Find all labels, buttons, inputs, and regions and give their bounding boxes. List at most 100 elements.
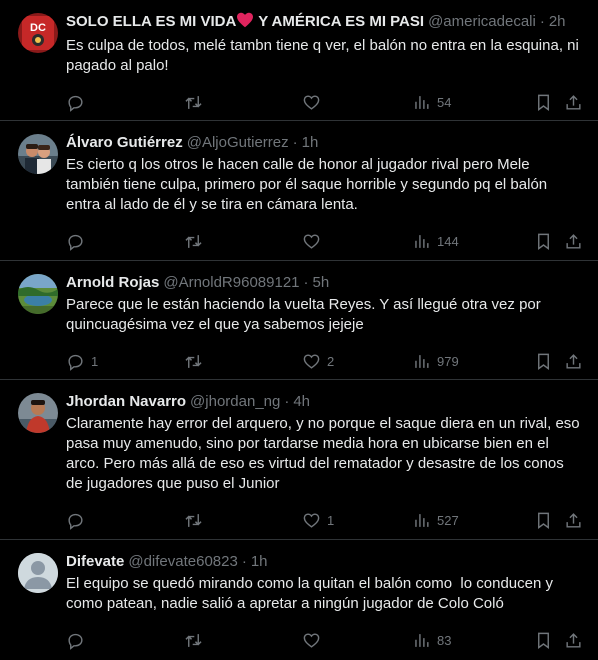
reply-icon — [68, 95, 83, 112]
heart-emoji-icon — [236, 12, 254, 34]
like-button[interactable] — [302, 631, 412, 650]
reply-button[interactable]: 1 — [66, 352, 184, 371]
separator-dot: · — [284, 393, 290, 410]
retweet-icon — [185, 633, 202, 647]
reply-icon — [68, 633, 83, 650]
views-button[interactable]: 527 — [412, 511, 534, 530]
bookmark-button[interactable] — [534, 511, 564, 530]
like-button[interactable]: 2 — [302, 352, 412, 371]
tweet-text: Parece que le están haciendo la vuelta R… — [66, 296, 545, 333]
like-button[interactable]: 1 — [302, 511, 412, 530]
views-chart-icon — [415, 633, 429, 647]
tweet-time[interactable]: 5h — [313, 273, 330, 293]
reply-button[interactable] — [66, 511, 184, 530]
heart-icon — [303, 94, 320, 110]
bookmark-icon — [538, 233, 549, 250]
tweet-feed: DC SOLO ELLA ES MI VIDA Y AMÉRICA ES MI … — [0, 0, 598, 655]
tweet-text: Es culpa de todos, melé tambn tiene q ve… — [66, 37, 584, 74]
avatar[interactable] — [18, 393, 58, 433]
tweet-item[interactable]: DC SOLO ELLA ES MI VIDA Y AMÉRICA ES MI … — [0, 0, 598, 121]
tweet-time[interactable]: 2h — [549, 12, 566, 32]
avatar[interactable] — [18, 134, 58, 174]
share-icon — [566, 353, 581, 369]
bookmark-icon — [538, 512, 549, 529]
separator-dot: · — [241, 553, 247, 570]
bookmark-icon — [538, 632, 549, 649]
retweet-icon — [185, 234, 202, 248]
views-button[interactable]: 83 — [412, 631, 534, 650]
tweet-author-name[interactable]: Difevate — [66, 552, 124, 572]
bookmark-button[interactable] — [534, 232, 564, 251]
avatar[interactable] — [18, 553, 58, 593]
tweet-author-handle[interactable]: @jhordan_ng — [190, 392, 280, 412]
tweet-author-handle[interactable]: @AljoGutierrez — [187, 133, 289, 153]
reply-button[interactable] — [66, 631, 184, 650]
tweet-time[interactable]: 4h — [293, 392, 310, 412]
views-chart-icon — [415, 513, 429, 527]
tweet-actions: 1 2 979 — [66, 341, 590, 381]
retweet-icon — [185, 95, 202, 109]
bookmark-button[interactable] — [534, 631, 564, 650]
tweet-author-handle[interactable]: @americadecali — [428, 12, 536, 32]
tweet-text: Es cierto q los otros le hacen calle de … — [66, 156, 552, 213]
views-chart-icon — [415, 234, 429, 248]
share-icon — [566, 512, 581, 528]
share-icon — [566, 94, 581, 110]
heart-icon — [303, 353, 320, 369]
tweet-actions: 54 — [66, 82, 590, 122]
views-chart-icon — [415, 354, 429, 368]
views-button[interactable]: 54 — [412, 93, 534, 112]
reply-icon — [68, 234, 83, 251]
retweet-button[interactable] — [184, 511, 302, 530]
share-button[interactable] — [564, 93, 584, 112]
tweet-item[interactable]: Jhordan Navarro @jhordan_ng · 4h Clarame… — [0, 380, 598, 540]
heart-icon — [303, 632, 320, 648]
tweet-actions: 1 527 — [66, 500, 590, 540]
avatar[interactable] — [18, 274, 58, 314]
tweet-actions: 83 — [66, 620, 590, 660]
retweet-button[interactable] — [184, 232, 302, 251]
avatar[interactable]: DC — [18, 13, 58, 53]
tweet-author-name[interactable]: Jhordan Navarro — [66, 392, 186, 412]
share-button[interactable] — [564, 511, 584, 530]
like-button[interactable] — [302, 93, 412, 112]
share-button[interactable] — [564, 352, 584, 371]
reply-icon — [68, 354, 83, 371]
bookmark-button[interactable] — [534, 93, 564, 112]
views-button[interactable]: 979 — [412, 352, 534, 371]
retweet-button[interactable] — [184, 352, 302, 371]
retweet-icon — [185, 513, 202, 527]
share-icon — [566, 233, 581, 249]
bookmark-icon — [538, 353, 549, 370]
tweet-time[interactable]: 1h — [251, 552, 268, 572]
tweet-author-name[interactable]: Arnold Rojas — [66, 273, 159, 293]
tweet-author-name[interactable]: SOLO ELLA ES MI VIDA Y AMÉRICA ES MI PAS… — [66, 12, 424, 34]
tweet-time[interactable]: 1h — [302, 133, 319, 153]
bookmark-button[interactable] — [534, 352, 564, 371]
tweet-actions: 144 — [66, 221, 590, 261]
tweet-author-handle[interactable]: @difevate60823 — [128, 552, 237, 572]
reply-icon — [68, 513, 83, 530]
reply-button[interactable] — [66, 232, 184, 251]
share-button[interactable] — [564, 631, 584, 650]
tweet-item[interactable]: Difevate @difevate60823 · 1h El equipo s… — [0, 540, 598, 655]
tweet-item[interactable]: Arnold Rojas @ArnoldR96089121 · 5h Parec… — [0, 261, 598, 380]
tweet-text: Claramente hay error del arquero, y no p… — [66, 415, 584, 492]
tweet-author-name[interactable]: Álvaro Gutiérrez — [66, 133, 183, 153]
views-chart-icon — [415, 95, 429, 109]
heart-icon — [303, 233, 320, 249]
retweet-icon — [185, 354, 202, 368]
separator-dot: · — [539, 13, 545, 30]
retweet-button[interactable] — [184, 631, 302, 650]
like-button[interactable] — [302, 232, 412, 251]
share-icon — [566, 632, 581, 648]
tweet-author-handle[interactable]: @ArnoldR96089121 — [163, 273, 299, 293]
views-button[interactable]: 144 — [412, 232, 534, 251]
reply-button[interactable] — [66, 93, 184, 112]
heart-icon — [303, 512, 320, 528]
separator-dot: · — [292, 134, 298, 151]
share-button[interactable] — [564, 232, 584, 251]
default-avatar-icon — [18, 553, 58, 593]
tweet-item[interactable]: Álvaro Gutiérrez @AljoGutierrez · 1h Es … — [0, 121, 598, 261]
retweet-button[interactable] — [184, 93, 302, 112]
